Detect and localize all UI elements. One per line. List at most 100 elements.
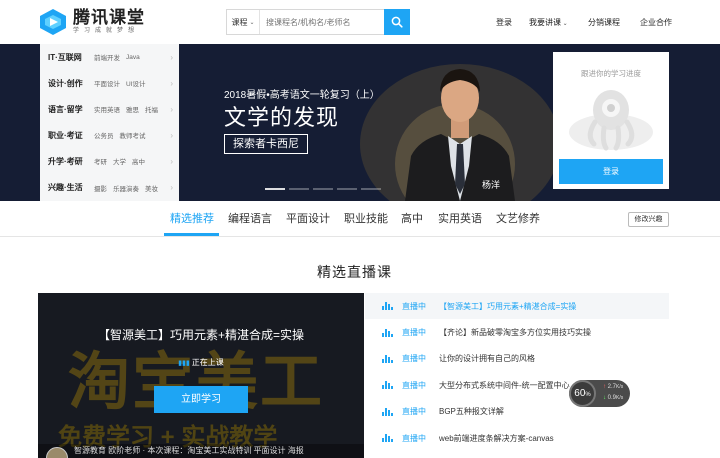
modify-interest-button[interactable]: 修改兴趣 xyxy=(628,212,669,227)
list-item[interactable]: 直播中 【齐论】新品破零淘宝多方位实用技巧实操 xyxy=(365,319,669,345)
teacher-name: 杨洋 xyxy=(482,180,501,190)
banner-title: 文学的发现 xyxy=(224,105,340,130)
list-item[interactable]: 直播中 web前端进度条解决方案-canvas xyxy=(365,425,669,451)
login-button[interactable]: 登录 xyxy=(559,159,663,184)
nav-enterprise[interactable]: 企业合作 xyxy=(640,17,672,28)
live-bars-icon: ▮▮▮ xyxy=(178,360,192,367)
carousel-dot[interactable] xyxy=(289,188,309,190)
speed-value: 60 xyxy=(574,388,586,399)
live-status: 直播中 xyxy=(402,354,426,364)
category-main: 职业·考证 xyxy=(48,130,83,140)
tab-recommended[interactable]: 精选推荐 xyxy=(170,210,214,226)
player-live-status: ▮▮▮ 正在上课 xyxy=(38,357,364,368)
live-title: web前端进度条解决方案-canvas xyxy=(439,433,554,443)
live-player[interactable]: 淘宝美工 免费学习 + 实战教学 【智源美工】巧用元素+精湛合成=实操 ▮▮▮ … xyxy=(38,293,364,458)
category-sub[interactable]: 乐器演奏 xyxy=(113,183,139,193)
carousel-dot[interactable] xyxy=(337,188,357,190)
live-status: 直播中 xyxy=(402,380,426,390)
list-item[interactable]: 直播中 【智源美工】巧用元素+精湛合成=实操 xyxy=(365,293,669,320)
category-item[interactable]: 兴趣·生活 摄影 乐器演奏 美妆 › xyxy=(40,174,179,200)
live-status: 直播中 xyxy=(402,301,426,311)
carousel-dot[interactable] xyxy=(313,188,333,190)
category-item[interactable]: 语言·留学 实用英语 雅思 托福 › xyxy=(40,96,179,122)
category-sub[interactable]: 平面设计 xyxy=(94,78,120,88)
banner-subtitle: 2018暑假•高考语文一轮复习（上） xyxy=(224,90,380,101)
category-main: IT·互联网 xyxy=(48,52,82,62)
live-bars-icon xyxy=(382,328,393,337)
tab-english[interactable]: 实用英语 xyxy=(438,210,482,226)
player-title: 【智源美工】巧用元素+精湛合成=实操 xyxy=(97,328,305,342)
chevron-right-icon: › xyxy=(170,78,173,88)
live-status: 直播中 xyxy=(402,433,426,443)
tab-graphic-design[interactable]: 平面设计 xyxy=(286,210,330,226)
category-item[interactable]: IT·互联网 前端开发 Java › xyxy=(40,44,179,70)
list-item[interactable]: 直播中 让你的设计拥有自己的风格 xyxy=(365,346,669,372)
category-sub[interactable]: 大学 xyxy=(113,156,126,166)
category-menu: IT·互联网 前端开发 Java › 设计·创作 平面设计 UI设计 › 语言·… xyxy=(40,44,179,201)
carousel-dot[interactable] xyxy=(361,188,381,190)
live-bars-icon xyxy=(382,302,393,311)
category-sub[interactable]: 实用英语 xyxy=(94,104,120,114)
category-item[interactable]: 升学·考研 考研 大学 高中 › xyxy=(40,148,179,174)
category-sub[interactable]: 托福 xyxy=(145,104,158,114)
mascot-icon xyxy=(568,82,654,159)
nav-login[interactable]: 登录 xyxy=(496,17,512,28)
live-title: 【智源美工】巧用元素+精湛合成=实操 xyxy=(439,301,577,311)
top-header: 腾讯课堂 学习成就梦想 课程⌄ 登录 我要讲课 ⌄ 分销课程 企业合作 xyxy=(0,0,720,44)
category-sub[interactable]: 摄影 xyxy=(94,183,107,193)
search-button[interactable] xyxy=(384,9,410,35)
network-speed-widget[interactable]: 60% ↑ 2.7K/s ↓ 0.9K/s xyxy=(569,380,630,407)
category-main: 语言·留学 xyxy=(48,104,83,114)
nav-teach[interactable]: 我要讲课 ⌄ xyxy=(529,17,568,28)
category-sub[interactable]: 高中 xyxy=(132,156,145,166)
live-title: 大型分布式系统中间件-统一配置中心 xyxy=(439,380,570,390)
category-sub[interactable]: 考研 xyxy=(94,156,107,166)
site-logo[interactable]: 腾讯课堂 学习成就梦想 xyxy=(38,7,145,37)
chevron-right-icon: › xyxy=(170,183,173,193)
live-bars-icon xyxy=(382,434,393,443)
category-sub[interactable]: 前端开发 xyxy=(94,52,120,62)
player-live-label: 正在上课 xyxy=(191,358,224,367)
live-bars-icon xyxy=(382,381,393,390)
chevron-right-icon: › xyxy=(170,156,173,166)
upload-speed-unit: K/s xyxy=(616,384,624,390)
chevron-down-icon: ⌄ xyxy=(249,19,255,26)
logo-slogan: 学习成就梦想 xyxy=(73,28,140,34)
tab-arts[interactable]: 文艺修养 xyxy=(496,210,540,226)
category-item[interactable]: 职业·考证 公务员 教师考试 › xyxy=(40,122,179,148)
category-sub[interactable]: Java xyxy=(126,54,140,61)
category-sub[interactable]: 教师考试 xyxy=(120,130,146,140)
category-main: 升学·考研 xyxy=(48,156,83,166)
search-input[interactable] xyxy=(260,10,384,34)
search-box: 课程 ⌄ xyxy=(226,9,410,35)
category-sub[interactable]: 雅思 xyxy=(126,104,139,114)
speed-unit: % xyxy=(585,392,591,398)
carousel-dot[interactable] xyxy=(265,188,285,190)
download-speed-value: 0.9 xyxy=(607,395,617,401)
live-status: 直播中 xyxy=(402,407,426,417)
live-bars-icon xyxy=(382,407,393,416)
chevron-right-icon: › xyxy=(170,52,173,62)
hero-banner[interactable]: IT·互联网 前端开发 Java › 设计·创作 平面设计 UI设计 › 语言·… xyxy=(0,44,720,201)
tab-high-school[interactable]: 高中 xyxy=(401,210,423,226)
upload-speed-value: 2.7 xyxy=(607,384,617,390)
live-bars-icon xyxy=(382,354,393,363)
learn-now-button[interactable]: 立即学习 xyxy=(154,386,248,413)
play-logo-icon xyxy=(38,7,68,37)
category-item[interactable]: 设计·创作 平面设计 UI设计 › xyxy=(40,70,179,96)
live-course-list: 直播中 【智源美工】巧用元素+精湛合成=实操 直播中 【齐论】新品破零淘宝多方位… xyxy=(365,293,669,458)
nav-teach-label: 我要讲课 xyxy=(529,18,561,27)
category-sub[interactable]: UI设计 xyxy=(126,78,146,88)
category-main: 设计·创作 xyxy=(48,78,83,88)
search-icon xyxy=(391,16,403,28)
carousel-indicator xyxy=(265,188,381,190)
tab-job-skills[interactable]: 职业技能 xyxy=(344,210,388,226)
live-status: 直播中 xyxy=(402,328,426,338)
category-sub[interactable]: 公务员 xyxy=(94,130,114,140)
live-title: BGP五种报文详解 xyxy=(439,407,504,417)
search-type-select[interactable]: 课程 ⌄ xyxy=(227,10,260,34)
nav-distribution[interactable]: 分销课程 xyxy=(588,17,620,28)
chevron-right-icon: › xyxy=(170,130,173,140)
tab-programming[interactable]: 编程语言 xyxy=(228,210,272,226)
category-sub[interactable]: 美妆 xyxy=(145,183,158,193)
